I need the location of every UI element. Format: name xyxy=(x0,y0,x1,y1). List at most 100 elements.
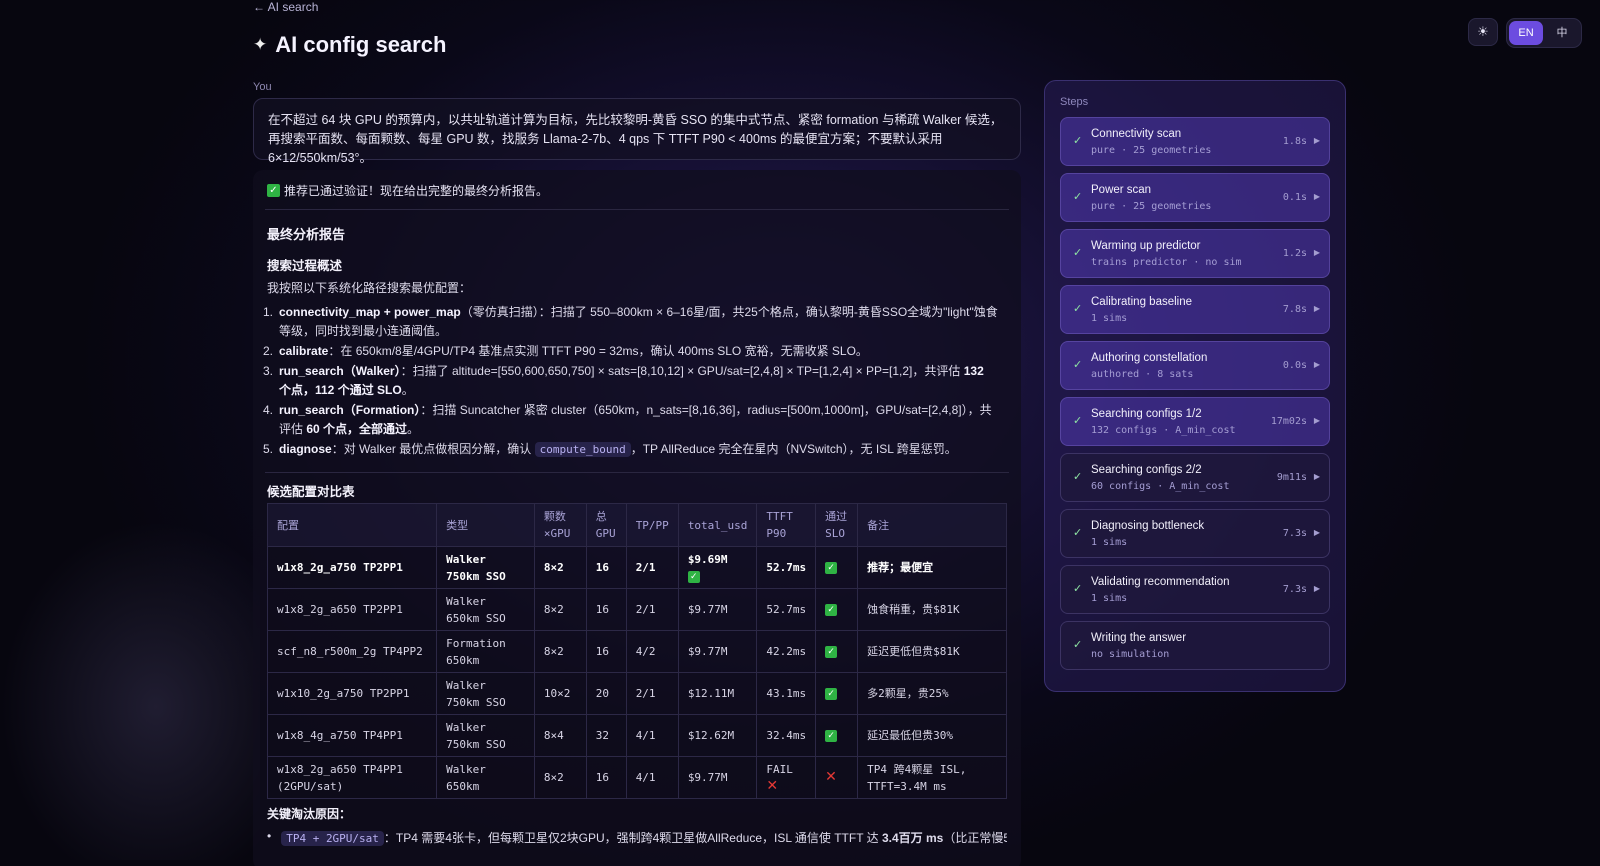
verified-message: ✓ 推荐已通过验证！现在给出完整的最终分析报告。 xyxy=(267,182,548,199)
step-name: Authoring constellation xyxy=(1091,352,1208,364)
step-subtitle: no simulation xyxy=(1091,649,1170,660)
pass-icon: ✓ xyxy=(825,730,838,742)
table-cell-ttft: 43.1ms xyxy=(756,672,817,715)
table-row: scf_n8_r500m_2g TP4PP2 Formation 650km 8×2… xyxy=(266,630,1007,673)
table-row: w1x8_2g_a650 TP4PP1 (2GPU/sat) Walker 650… xyxy=(266,756,1007,799)
table-header-cell: 颗数×GPU xyxy=(533,503,587,547)
table-cell-sats: 8×4 xyxy=(533,714,587,757)
step-text: run_search（Formation）：扫描 Suncatcher 紧密 c… xyxy=(279,403,992,436)
pass-icon: ✓ xyxy=(825,562,838,574)
table-cell-type: Walker 750km SSO xyxy=(436,672,535,715)
check-icon: ✓ xyxy=(1073,247,1083,259)
step-name: Searching configs 2/2 xyxy=(1091,464,1202,476)
lang-en-button[interactable]: EN xyxy=(1509,21,1543,45)
user-label: You xyxy=(253,81,272,93)
expand-arrow-icon[interactable]: ▶ xyxy=(1314,304,1320,313)
step-text: run_search（Walker）：扫描了 altitude=[550,600… xyxy=(279,364,984,397)
step-number: 4. xyxy=(262,403,273,417)
sun-icon[interactable]: ☀ xyxy=(1468,18,1498,46)
step-subtitle: pure · 25 geometries xyxy=(1091,145,1212,156)
pass-icon: ✓ xyxy=(825,646,838,658)
comparison-table: 配置 类型 颗数×GPU 总GPU TP/PP total_usd TTFT P90 通过SL… xyxy=(266,503,1007,799)
heading-final-report: 最终分析报告 xyxy=(267,227,346,242)
bullet-dot: • xyxy=(267,829,272,843)
check-icon: ✓ xyxy=(1073,191,1083,203)
table-cell-gpus: 32 xyxy=(585,714,627,757)
intro-text: 我按照以下系统化路径搜索最优配置： xyxy=(267,281,472,295)
expand-arrow-icon[interactable]: ▶ xyxy=(1314,584,1320,593)
step-item[interactable]: ✓ Searching configs 2/2 60 configs · A_min… xyxy=(1060,453,1330,502)
table-cell-pass: ✓ xyxy=(815,546,859,589)
pass-icon: ✓ xyxy=(825,688,838,700)
table-row: w1x8_2g_a650 TP2PP1 Walker 650km SSO 8×2 16… xyxy=(266,588,1007,631)
search-step-item: 3. run_search（Walker）：扫描了 altitude=[550,6… xyxy=(259,362,999,400)
table-cell-config: w1x8_2g_a650 TP4PP1 (2GPU/sat) xyxy=(266,756,438,799)
expand-arrow-icon[interactable]: ▶ xyxy=(1314,472,1320,481)
step-number: 2. xyxy=(262,344,273,358)
check-icon: ✓ xyxy=(1073,415,1083,427)
divider xyxy=(265,209,1009,210)
table-cell-note: 推荐；最便宜 xyxy=(857,546,1007,589)
step-item[interactable]: ✓ Searching configs 1/2 132 configs · A_mi… xyxy=(1060,397,1330,446)
table-cell-sats: 8×2 xyxy=(533,588,587,631)
table-cell-usd: $9.77M xyxy=(677,630,758,673)
table-cell-note: TP4 跨4颗星 ISL, TTFT=3.4M ms xyxy=(857,756,1007,799)
answer-panel: ✓ 推荐已通过验证！现在给出完整的最终分析报告。 最终分析报告 搜索过程概述 我… xyxy=(253,170,1021,866)
step-item[interactable]: ✓ Diagnosing bottleneck 1 sims 7.3s ▶ xyxy=(1060,509,1330,558)
table-header-cell: 通过SLO xyxy=(815,503,859,547)
top-controls: ☀ EN 中 xyxy=(1468,18,1582,48)
expand-arrow-icon[interactable]: ▶ xyxy=(1314,416,1320,425)
table-cell-ttft: FAIL ✕ xyxy=(756,756,817,799)
expand-arrow-icon[interactable]: ▶ xyxy=(1314,360,1320,369)
table-cell-config: w1x10_2g_a750 TP2PP1 xyxy=(266,672,438,715)
pass-icon: ✓ xyxy=(687,570,700,583)
step-subtitle: trains predictor · no sim xyxy=(1091,257,1242,268)
step-subtitle: pure · 25 geometries xyxy=(1091,201,1212,212)
table-row: w1x10_2g_a750 TP2PP1 Walker 750km SSO 10×2… xyxy=(266,672,1007,715)
table-cell-sats: 8×2 xyxy=(533,546,587,589)
verified-text: 推荐已通过验证！现在给出完整的最终分析报告。 xyxy=(284,184,549,198)
check-icon: ✓ xyxy=(267,184,280,197)
search-step-item: 1. connectivity_map + power_map（零仿真扫描）：扫描… xyxy=(259,303,999,341)
step-duration: 1.2s xyxy=(1282,248,1307,259)
table-cell-config: w1x8_2g_a750 TP2PP1 xyxy=(266,546,438,589)
step-item[interactable]: ✓ Power scan pure · 25 geometries 0.1s ▶ xyxy=(1060,173,1330,222)
search-steps-list: 1. connectivity_map + power_map（零仿真扫描）：扫描… xyxy=(259,303,999,460)
page-title-text: AI config search xyxy=(275,32,447,57)
table-header-cell: 备注 xyxy=(857,503,1007,547)
steps-panel: Steps ✓ Connectivity scan pure · 25 geomet… xyxy=(1044,80,1346,692)
step-item[interactable]: ✓ Authoring constellation authored · 8 sat… xyxy=(1060,341,1330,390)
step-name: Power scan xyxy=(1091,184,1152,196)
back-link[interactable]: ← AI search xyxy=(253,0,318,14)
fail-icon: ✕ xyxy=(825,769,837,785)
step-item[interactable]: ✓ Warming up predictor trains predictor · … xyxy=(1060,229,1330,278)
background-glow xyxy=(0,520,260,860)
pass-icon: ✓ xyxy=(825,604,838,616)
table-cell-usd: $9.77M xyxy=(677,588,758,631)
expand-arrow-icon[interactable]: ▶ xyxy=(1314,192,1320,201)
step-text: diagnose：对 Walker 最优点做根因分解，确认 compute_bo… xyxy=(279,442,957,457)
step-number: 1. xyxy=(262,305,273,319)
table-header-cell: 类型 xyxy=(436,503,535,547)
step-item[interactable]: ✓ Validating recommendation 1 sims 7.3s ▶ xyxy=(1060,565,1330,614)
step-duration: 0.0s xyxy=(1282,360,1307,371)
search-step-item: 5. diagnose：对 Walker 最优点做根因分解，确认 compute_… xyxy=(259,440,999,459)
expand-arrow-icon[interactable]: ▶ xyxy=(1314,136,1320,145)
table-header-cell: TP/PP xyxy=(625,503,679,547)
step-name: Calibrating baseline xyxy=(1091,296,1193,308)
step-item[interactable]: ✓ Connectivity scan pure · 25 geometries 1.… xyxy=(1060,117,1330,166)
expand-arrow-icon[interactable]: ▶ xyxy=(1314,248,1320,257)
check-icon: ✓ xyxy=(1073,135,1083,147)
step-text: connectivity_map + power_map（零仿真扫描）：扫描了 … xyxy=(279,305,998,338)
table-cell-type: Walker 650km xyxy=(436,756,535,799)
step-subtitle: 1 sims xyxy=(1091,537,1128,548)
step-duration: 7.8s xyxy=(1282,304,1307,315)
step-name: Connectivity scan xyxy=(1091,128,1182,140)
step-item[interactable]: ✓ Writing the answer no simulation xyxy=(1060,621,1330,670)
lang-zh-button[interactable]: 中 xyxy=(1545,21,1579,45)
expand-arrow-icon[interactable]: ▶ xyxy=(1314,528,1320,537)
step-duration: 7.3s xyxy=(1282,528,1307,539)
step-item[interactable]: ✓ Calibrating baseline 1 sims 7.8s ▶ xyxy=(1060,285,1330,334)
heading-search-process: 搜索过程概述 xyxy=(267,259,343,273)
table-row: w1x8_2g_a750 TP2PP1 Walker 750km SSO 8×2 16… xyxy=(266,546,1007,589)
